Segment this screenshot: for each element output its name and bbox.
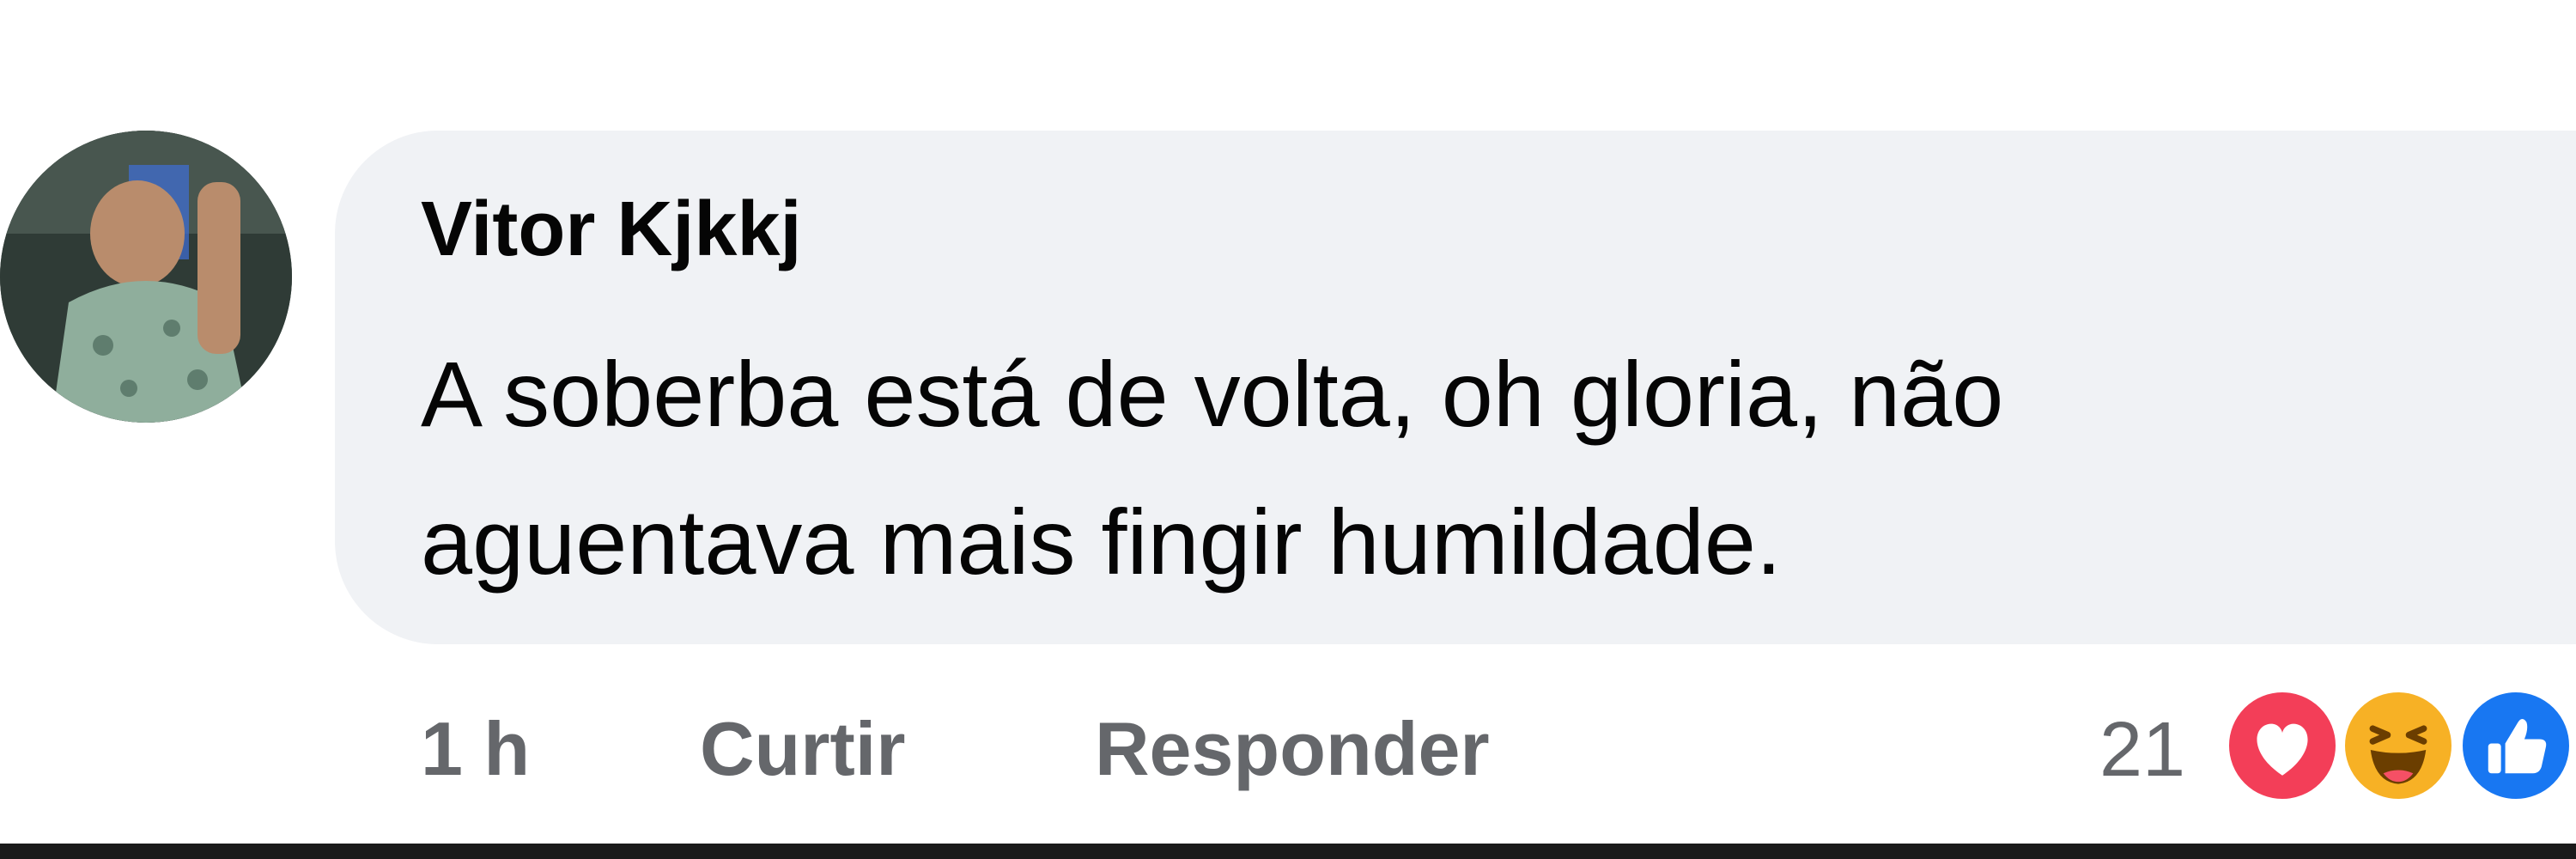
- bottom-divider: [0, 844, 2576, 859]
- like-icon: [2458, 687, 2574, 804]
- comment-timestamp[interactable]: 1 h: [421, 711, 530, 787]
- reply-button[interactable]: Responder: [1095, 711, 1490, 787]
- reaction-count[interactable]: 21: [2099, 711, 2185, 789]
- like-button[interactable]: Curtir: [700, 711, 906, 787]
- haha-icon: [2340, 687, 2457, 804]
- avatar-photo: [0, 131, 292, 423]
- love-icon: [2224, 687, 2341, 804]
- comment-author[interactable]: Vitor Kjkkj: [421, 191, 802, 268]
- comment-screenshot: Vitor Kjkkj A soberba está de volta, oh …: [0, 0, 2576, 859]
- comment-text-line: aguentava mais fingir humildade.: [421, 490, 1782, 594]
- comment-text-line: A soberba está de volta, oh gloria, não: [421, 342, 2004, 446]
- avatar[interactable]: [0, 131, 292, 423]
